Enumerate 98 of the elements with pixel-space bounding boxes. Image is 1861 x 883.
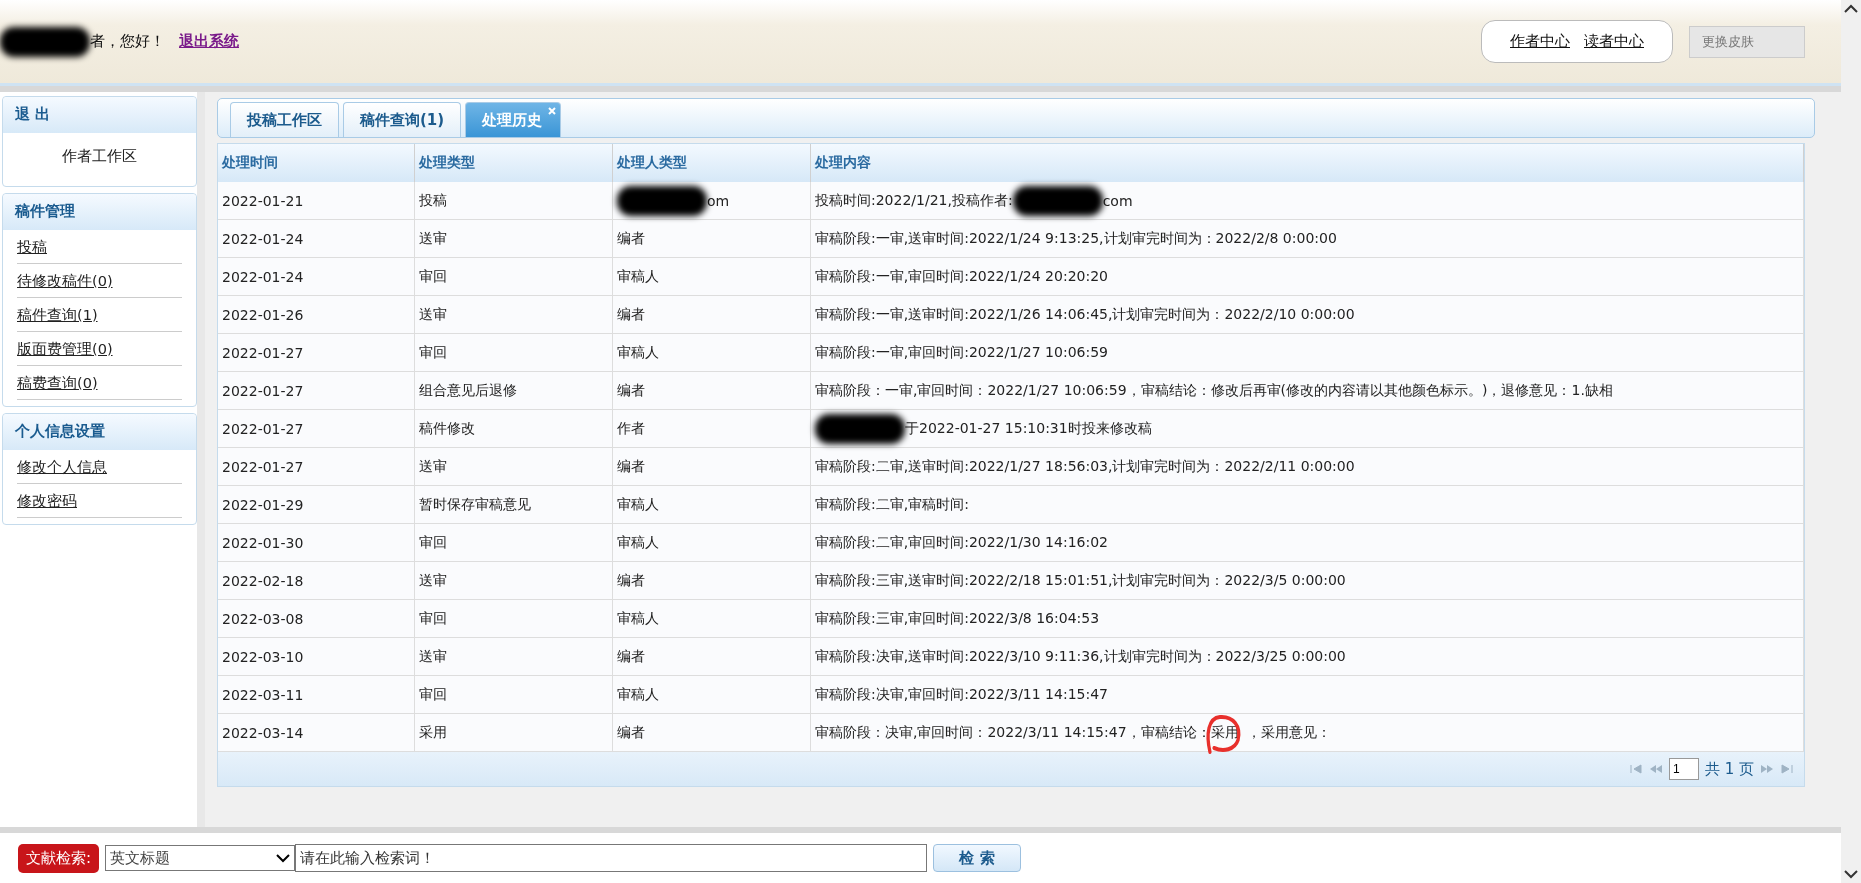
table-cell: 组合意见后退修 [419, 381, 517, 400]
table-cell: 审稿阶段:决审,送审时间:2022/3/10 9:11:36,计划审完时间为：2022/3/25 0:00:00 [815, 647, 1346, 666]
table-cell: 2022-02-18 [222, 572, 304, 589]
scroll-down-icon[interactable] [1844, 869, 1858, 879]
column-header: 处理类型 [415, 144, 613, 182]
table-cell: 审稿阶段:二审,审回时间:2022/1/30 14:16:02 [815, 533, 1108, 552]
section-title[interactable]: 退 出 [3, 97, 196, 133]
table-cell: 2022-01-29 [222, 496, 304, 513]
sidebar-item[interactable]: 修改个人信息 [17, 450, 182, 484]
table-cell: 暂时保存审稿意见 [419, 495, 531, 514]
sidebar-item[interactable]: 待修改稿件(0) [17, 264, 182, 298]
table-cell: 审稿人 [617, 343, 659, 362]
sidebar-item[interactable]: 稿费查询(0) [17, 366, 182, 400]
page-input[interactable]: 1 [1668, 758, 1699, 780]
table-cell: 审回 [419, 267, 447, 286]
center-link[interactable]: 作者中心 [1510, 32, 1570, 51]
table-cell: 送审 [419, 229, 447, 248]
table-cell: 2022-01-27 [222, 458, 304, 475]
table-cell: 审稿人 [617, 685, 659, 704]
table-cell: 审稿阶段:二审,送审时间:2022/1/27 18:56:03,计划审完时间为：2022/2/11 0:00:00 [815, 457, 1355, 476]
table-cell: 送审 [419, 457, 447, 476]
chevron-down-icon [276, 853, 291, 863]
table-cell: 审稿阶段:一审,审回时间:2022/1/24 20:20:20 [815, 267, 1108, 286]
table-cell: 审稿阶段:一审,送审时间:2022/1/24 9:13:25,计划审完时间为：2022/2/8 0:00:00 [815, 229, 1337, 248]
table-cell: om [707, 192, 730, 209]
skin-button[interactable]: 更换皮肤 [1689, 25, 1805, 58]
first-page-icon[interactable] [1628, 764, 1643, 774]
table-cell: 2022-03-08 [222, 610, 304, 627]
last-page-icon[interactable] [1780, 764, 1794, 774]
table-cell: 审稿人 [617, 533, 659, 552]
table-cell: 审稿人 [617, 495, 659, 514]
logout-link[interactable]: 退出系统 [179, 32, 239, 51]
table-cell: ，采用意见： [1246, 723, 1331, 742]
table-cell: 审稿阶段：决审,审回时间：2022/3/11 14:15:47，审稿结论： [815, 723, 1211, 742]
sidebar-item[interactable]: 修改密码 [17, 484, 182, 518]
scroll-up-icon[interactable] [1844, 4, 1858, 14]
sidebar-item[interactable]: 投稿 [17, 230, 182, 264]
table-cell: 投稿时间:2022/1/21,投稿作者: [815, 191, 1013, 210]
table-cell: 送审 [419, 647, 447, 666]
close-icon[interactable] [548, 107, 557, 115]
table-cell: 送审 [419, 571, 447, 590]
next-page-icon[interactable] [1760, 764, 1774, 774]
sidebar-item[interactable]: 作者工作区 [3, 133, 196, 180]
table-cell: 编者 [617, 571, 645, 590]
table-cell: 2022-01-27 [222, 420, 304, 437]
table-cell: 审稿人 [617, 267, 659, 286]
center-link[interactable]: 读者中心 [1584, 32, 1644, 51]
table-cell: 2022-01-26 [222, 306, 304, 323]
table-cell: 2022-03-10 [222, 648, 304, 665]
table-cell: 编者 [617, 381, 645, 400]
section-title[interactable]: 稿件管理 [3, 194, 196, 230]
tab[interactable]: 稿件查询(1) [343, 102, 462, 137]
column-header: 处理时间 [218, 144, 415, 182]
table-cell: 2022-01-21 [222, 192, 304, 209]
table-cell: 2022-01-30 [222, 534, 304, 551]
tab[interactable]: 投稿工作区 [230, 102, 339, 137]
column-header: 处理内容 [811, 144, 1804, 182]
section-title[interactable]: 个人信息设置 [3, 414, 196, 450]
table-cell: 审稿阶段:三审,审回时间:2022/3/8 16:04:53 [815, 609, 1100, 628]
table-cell: 作者 [617, 419, 645, 438]
greeting-text: 者，您好！ [90, 32, 165, 51]
table-cell: 投稿 [419, 191, 447, 210]
table-cell: 审回 [419, 343, 447, 362]
table-cell: 编者 [617, 229, 645, 248]
table-cell: 审稿人 [617, 609, 659, 628]
table-cell: 送审 [419, 305, 447, 324]
table-cell: 2022-03-11 [222, 686, 304, 703]
field-select[interactable]: 英文标题 [105, 845, 296, 871]
table-cell: 2022-01-27 [222, 382, 304, 399]
table-cell: 审回 [419, 533, 447, 552]
table-cell: 审回 [419, 609, 447, 628]
table-cell: 于2022-01-27 15:10:31时投来修改稿 [905, 419, 1152, 438]
table-cell: 稿件修改 [419, 419, 475, 438]
table-cell: 采用 [419, 723, 447, 742]
search-label: 文献检索: [18, 843, 100, 873]
table-cell: 审稿阶段：一审,审回时间：2022/1/27 10:06:59，审稿结论：修改后再审(修改的内容请以其他颜色标示。)，退修意见：1.缺相 [815, 381, 1613, 400]
page-total: 共 1 页 [1704, 759, 1754, 779]
search-button[interactable]: 检 索 [933, 844, 1022, 872]
table-cell: 审稿阶段:一审,审回时间:2022/1/27 10:06:59 [815, 343, 1108, 362]
sidebar-item[interactable]: 稿件查询(1) [17, 298, 182, 332]
table-cell: 审稿阶段:二审,审稿时间: [815, 495, 969, 514]
search-field[interactable]: 请在此输入检索词！ [295, 844, 928, 872]
table-cell: 审稿阶段:一审,送审时间:2022/1/26 14:06:45,计划审完时间为：2022/2/10 0:00:00 [815, 305, 1355, 324]
table-cell: 2022-01-24 [222, 268, 304, 285]
table-cell: 审稿阶段:决审,审回时间:2022/3/11 14:15:47 [815, 685, 1108, 704]
table-cell: 2022-01-24 [222, 230, 304, 247]
table-cell: 编者 [617, 647, 645, 666]
column-header: 处理人类型 [613, 144, 811, 182]
table-cell: com [1102, 192, 1133, 209]
table-cell: 编者 [617, 457, 645, 476]
table-cell: 编者 [617, 305, 645, 324]
previous-page-icon[interactable] [1648, 764, 1663, 774]
table-cell: 编者 [617, 723, 645, 742]
table-cell: 2022-01-27 [222, 344, 304, 361]
table-cell: 2022-03-14 [222, 724, 304, 741]
sidebar-item[interactable]: 版面费管理(0) [17, 332, 182, 366]
table-cell: 审稿阶段:三审,送审时间:2022/2/18 15:01:51,计划审完时间为：2022/3/5 0:00:00 [815, 571, 1346, 590]
table-cell: 审回 [419, 685, 447, 704]
